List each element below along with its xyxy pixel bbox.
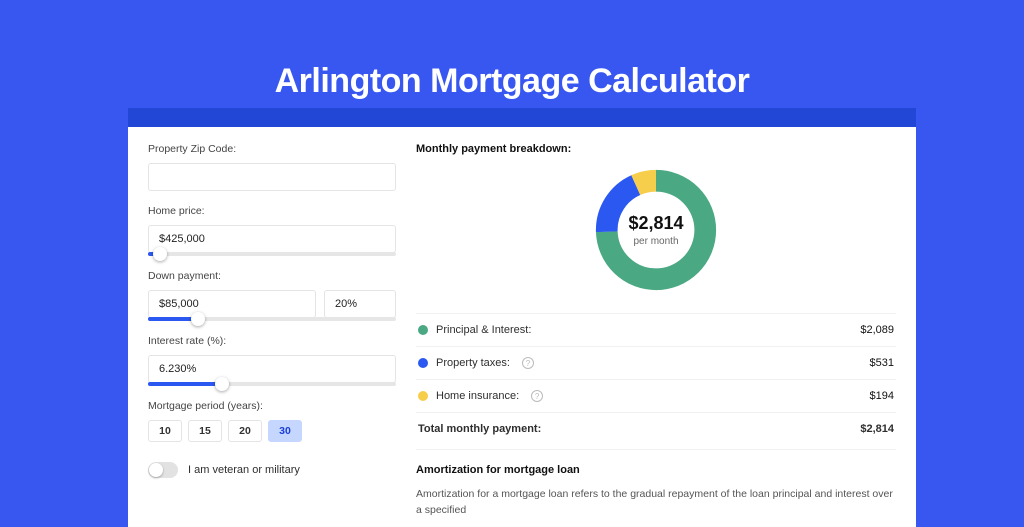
- price-slider-thumb[interactable]: [153, 247, 167, 261]
- legend-label: Property taxes:: [436, 357, 510, 369]
- price-group: Home price:: [148, 205, 396, 256]
- legend-row: Property taxes:? $531: [416, 346, 896, 379]
- amortization-text: Amortization for a mortgage loan refers …: [416, 486, 896, 519]
- input-column: Property Zip Code: Home price: Down paym…: [148, 143, 396, 511]
- page-title: Arlington Mortgage Calculator: [0, 62, 1024, 101]
- legend-value: $531: [870, 357, 894, 369]
- rate-slider-thumb[interactable]: [215, 377, 229, 391]
- rate-slider[interactable]: [148, 382, 396, 386]
- rate-slider-fill: [148, 382, 222, 386]
- price-input[interactable]: [148, 225, 396, 253]
- legend-left: Principal & Interest:: [418, 324, 531, 336]
- amortization-title: Amortization for mortgage loan: [416, 464, 896, 476]
- period-option-30[interactable]: 30: [268, 420, 302, 442]
- info-icon[interactable]: ?: [522, 357, 534, 369]
- legend-value: $194: [870, 390, 894, 402]
- down-amount-input[interactable]: [148, 290, 316, 318]
- zip-group: Property Zip Code:: [148, 143, 396, 191]
- calculator-card: Property Zip Code: Home price: Down paym…: [128, 127, 916, 527]
- legend-left: Home insurance:?: [418, 390, 543, 402]
- legend-value: $2,089: [860, 324, 894, 336]
- legend-label: Principal & Interest:: [436, 324, 531, 336]
- price-slider[interactable]: [148, 252, 396, 256]
- total-label: Total monthly payment:: [418, 423, 541, 435]
- period-options: 10 15 20 30: [148, 420, 396, 442]
- info-icon[interactable]: ?: [531, 390, 543, 402]
- period-option-15[interactable]: 15: [188, 420, 222, 442]
- period-group: Mortgage period (years): 10 15 20 30: [148, 400, 396, 442]
- down-group: Down payment:: [148, 270, 396, 321]
- legend-label: Home insurance:: [436, 390, 519, 402]
- zip-label: Property Zip Code:: [148, 143, 396, 155]
- down-slider[interactable]: [148, 317, 396, 321]
- donut-chart: $2,814 per month: [416, 165, 896, 295]
- legend: Principal & Interest: $2,089 Property taxe…: [416, 313, 896, 412]
- legend-dot: [418, 391, 428, 401]
- legend-left: Property taxes:?: [418, 357, 534, 369]
- price-label: Home price:: [148, 205, 396, 217]
- donut-center: $2,814 per month: [591, 165, 721, 295]
- period-label: Mortgage period (years):: [148, 400, 396, 412]
- veteran-toggle[interactable]: [148, 462, 178, 478]
- veteran-row: I am veteran or military: [148, 462, 396, 478]
- zip-input[interactable]: [148, 163, 396, 191]
- down-percent-input[interactable]: [324, 290, 396, 318]
- veteran-toggle-knob: [149, 463, 163, 477]
- veteran-label: I am veteran or military: [188, 464, 300, 476]
- rate-label: Interest rate (%):: [148, 335, 396, 347]
- rate-input[interactable]: [148, 355, 396, 383]
- breakdown-title: Monthly payment breakdown:: [416, 143, 896, 155]
- total-value: $2,814: [860, 423, 894, 435]
- total-row: Total monthly payment: $2,814: [416, 412, 896, 449]
- legend-row: Principal & Interest: $2,089: [416, 313, 896, 346]
- donut-amount: $2,814: [628, 213, 683, 234]
- legend-dot: [418, 325, 428, 335]
- down-slider-thumb[interactable]: [191, 312, 205, 326]
- down-label: Down payment:: [148, 270, 396, 282]
- donut-sub: per month: [633, 236, 678, 247]
- period-option-20[interactable]: 20: [228, 420, 262, 442]
- legend-row: Home insurance:? $194: [416, 379, 896, 412]
- rate-group: Interest rate (%):: [148, 335, 396, 386]
- amortization-block: Amortization for mortgage loan Amortizat…: [416, 449, 896, 519]
- breakdown-column: Monthly payment breakdown: $2,814 per mo…: [416, 143, 896, 511]
- period-option-10[interactable]: 10: [148, 420, 182, 442]
- legend-dot: [418, 358, 428, 368]
